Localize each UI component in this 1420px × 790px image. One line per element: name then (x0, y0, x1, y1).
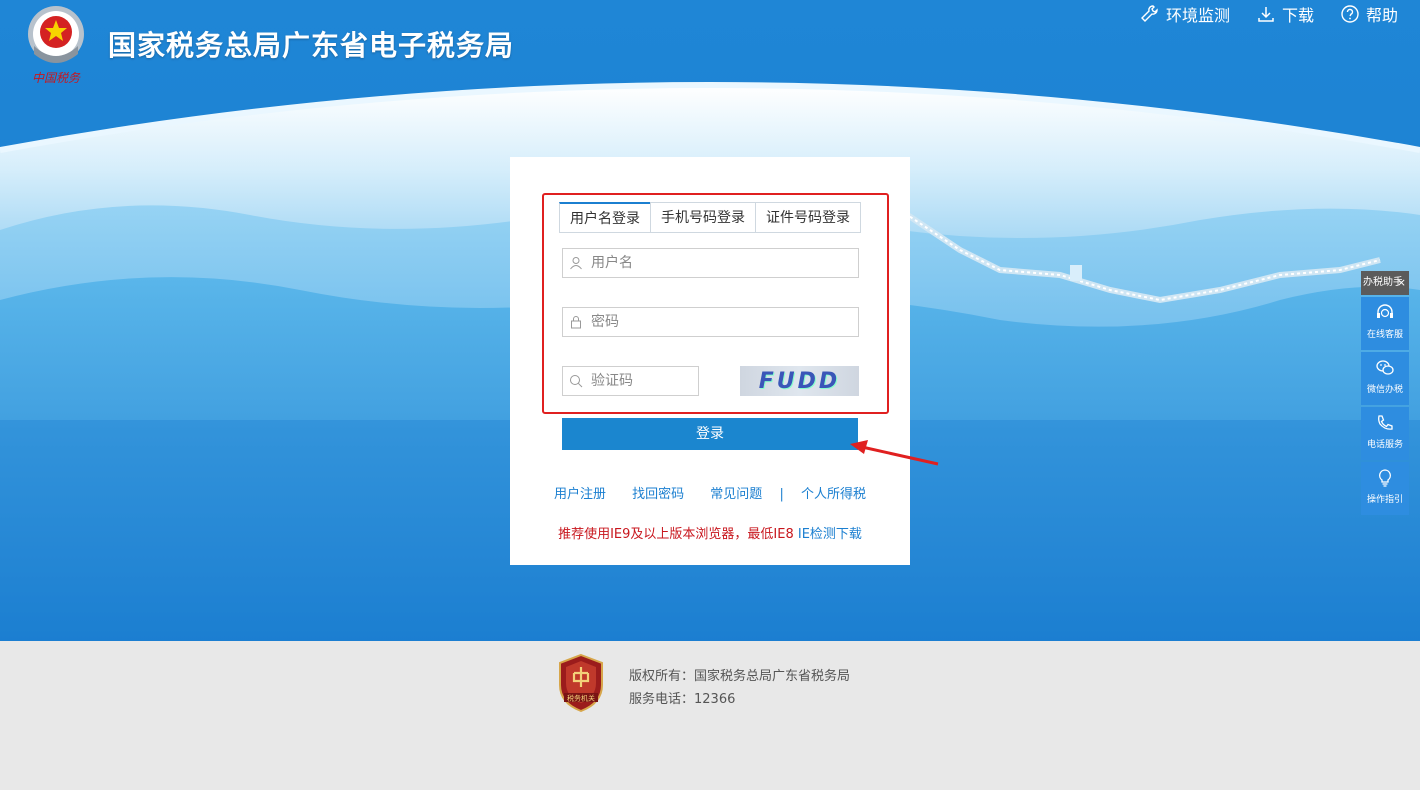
login-button[interactable]: 登录 (562, 418, 858, 450)
side-item-label: 微信办税 (1366, 385, 1403, 395)
site-title: 国家税务总局广东省电子税务局 (108, 29, 515, 62)
user-icon (569, 256, 583, 270)
tab-phone-login[interactable]: 手机号码登录 (650, 202, 756, 232)
search-icon (569, 374, 583, 388)
captcha-field[interactable] (562, 366, 699, 396)
browser-notice: 推荐使用IE9及以上版本浏览器，最低IE8 IE检测下载 (510, 523, 910, 542)
service-phone-text: 服务电话：12366 (629, 692, 736, 707)
password-field[interactable] (562, 307, 859, 337)
side-item-label: 操作指引 (1366, 495, 1403, 505)
link-separator: | (779, 487, 784, 502)
side-item-label: 电话服务 (1366, 440, 1403, 450)
lightbulb-icon (1379, 469, 1391, 487)
captcha-input[interactable] (589, 372, 698, 390)
recover-password-link[interactable]: 找回密码 (632, 487, 684, 502)
tabs-divider (559, 232, 861, 233)
header: 中国税务 国家税务总局广东省电子税务局 环境监测 下载 帮助 (0, 0, 1420, 90)
tax-authority-badge-icon: 税务机关 (559, 653, 603, 713)
download-link[interactable]: 下载 (1256, 2, 1314, 26)
help-label: 帮助 (1365, 6, 1398, 25)
phone-icon (1378, 415, 1393, 430)
help-link[interactable]: 帮助 (1340, 2, 1398, 26)
wrench-icon (1140, 5, 1158, 22)
username-input[interactable] (589, 254, 829, 272)
side-item-online-service[interactable]: 在线客服 (1361, 297, 1409, 350)
side-panel-header: 办税助手 × (1361, 271, 1409, 295)
env-check-link[interactable]: 环境监测 (1140, 2, 1230, 26)
captcha-text: FUDD (758, 368, 841, 394)
browser-notice-text: 推荐使用IE9及以上版本浏览器，最低IE8 (558, 527, 794, 542)
tab-username-login[interactable]: 用户名登录 (559, 202, 651, 232)
download-label: 下载 (1281, 6, 1314, 25)
customer-service-icon (1377, 304, 1393, 318)
ie-check-download-link[interactable]: IE检测下载 (798, 527, 862, 542)
faq-link[interactable]: 常见问题 (710, 487, 762, 502)
lock-icon (569, 315, 583, 329)
wechat-icon (1376, 360, 1394, 375)
register-link[interactable]: 用户注册 (554, 487, 606, 502)
download-icon (1258, 7, 1274, 22)
footer: 税务机关 版权所有：国家税务总局广东省税务局 服务电话：12366 (0, 641, 1420, 790)
top-links: 环境监测 下载 帮助 (1140, 2, 1398, 26)
login-links: 用户注册 找回密码 常见问题 | 个人所得税 (510, 483, 910, 502)
side-item-label: 在线客服 (1366, 330, 1403, 340)
close-icon[interactable]: × (1397, 271, 1406, 295)
personal-income-tax-link[interactable]: 个人所得税 (801, 487, 866, 502)
emblem-caption: 中国税务 (32, 71, 81, 85)
tax-assistant-panel: 办税助手 × 在线客服 微信办税 电话服务 操作指引 (1361, 271, 1409, 515)
copyright-text: 版权所有：国家税务总局广东省税务局 (629, 669, 851, 684)
login-tabs: 用户名登录 手机号码登录 证件号码登录 (559, 202, 861, 232)
footer-text: 版权所有：国家税务总局广东省税务局 服务电话：12366 (629, 665, 850, 711)
help-icon (1341, 5, 1359, 23)
username-field[interactable] (562, 248, 859, 278)
side-item-wechat[interactable]: 微信办税 (1361, 352, 1409, 405)
red-arrow-annotation (850, 440, 939, 466)
login-card: 用户名登录 手机号码登录 证件号码登录 FUDD 登录 用户注册 找回密码 常见… (510, 157, 910, 565)
password-input[interactable] (589, 313, 829, 331)
env-check-label: 环境监测 (1165, 6, 1230, 25)
badge-text: 税务机关 (567, 694, 595, 703)
tab-id-login[interactable]: 证件号码登录 (755, 202, 861, 232)
captcha-image[interactable]: FUDD (740, 366, 859, 396)
side-item-guide[interactable]: 操作指引 (1361, 462, 1409, 515)
tax-emblem-logo: 中国税务 (28, 6, 84, 85)
side-item-phone[interactable]: 电话服务 (1361, 407, 1409, 460)
